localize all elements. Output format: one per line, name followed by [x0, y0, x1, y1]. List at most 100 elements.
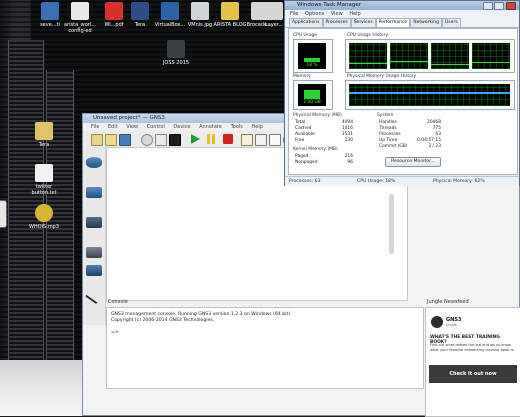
end-device-icon[interactable]: [86, 217, 102, 228]
terminal-icon: [131, 2, 149, 20]
newsfeed-body: Find out what makes the cut and let us k…: [430, 343, 515, 352]
tab-services[interactable]: Services: [350, 18, 376, 27]
newsfeed-panel: GNS3 Jungle WHAT'S THE BEST TRAINING BOO…: [425, 307, 520, 417]
stat-row: Threads 775: [379, 126, 441, 131]
cpu-usage-bar: [304, 58, 320, 62]
save-project-icon[interactable]: [119, 134, 131, 146]
desktop-icon-twitter[interactable]: twitter button.txt: [26, 164, 62, 196]
desktop-icon-whois[interactable]: WHOIS.mp3: [26, 204, 62, 230]
memory-history-label: Physical Memory Usage History: [347, 74, 417, 79]
tab-performance[interactable]: Performance: [375, 18, 411, 27]
memory-history-group: [345, 80, 515, 110]
stat-row: Free 130: [295, 138, 353, 143]
stat-value: 775: [432, 126, 441, 131]
start-all-icon[interactable]: [191, 134, 200, 144]
tab-networking[interactable]: Networking: [410, 18, 442, 27]
tm-menu-view[interactable]: View: [331, 11, 343, 17]
security-device-icon[interactable]: [86, 247, 102, 258]
stop-all-icon[interactable]: [223, 134, 233, 144]
folder-icon: [35, 122, 53, 140]
desktop-icon-label: arista_worl... config-ed: [64, 22, 96, 34]
maximize-icon[interactable]: [494, 2, 504, 10]
desktop-icon-tera[interactable]: Tera: [26, 122, 62, 148]
router-icon[interactable]: [86, 157, 102, 168]
gns3-title: Unsaved project* — GNS3: [93, 115, 165, 121]
tm-menu-help[interactable]: Help: [349, 11, 360, 17]
console-prompt: =>: [111, 330, 119, 335]
new-project-icon[interactable]: [91, 134, 103, 146]
newsfeed-title: Jungle Newsfeed: [427, 299, 469, 305]
stat-value: 96: [347, 160, 353, 165]
minimize-icon[interactable]: [483, 2, 493, 10]
desktop-icon-9[interactable]: Layer...: [264, 2, 284, 28]
check-it-out-button[interactable]: Check it out now: [429, 365, 517, 383]
document-icon: [71, 2, 89, 20]
add-link-icon[interactable]: [84, 289, 102, 305]
cpu-core-graph: [431, 43, 469, 69]
desktop-icon-label: Layer...: [264, 22, 284, 28]
show-interfaces-icon[interactable]: [155, 134, 167, 146]
canvas-scrollbar[interactable]: [389, 194, 394, 254]
menu-tools[interactable]: Tools: [231, 124, 243, 130]
desktop-icon-label: WHOIS.mp3: [28, 224, 60, 230]
tab-processes[interactable]: Processes: [322, 18, 351, 27]
newsfeed-brand-sub: Jungle: [446, 323, 457, 327]
stat-key: Paged: [295, 154, 309, 159]
snapshot-icon[interactable]: [141, 134, 153, 146]
tm-menu-file[interactable]: File: [290, 11, 298, 17]
stat-value: 63: [435, 132, 441, 137]
status-cpu: CPU Usage: 18%: [357, 179, 396, 184]
desktop-icon-joss[interactable]: JOSS 2015: [158, 40, 194, 66]
stat-row: Processes 63: [379, 132, 441, 137]
stat-row: Nonpaged 96: [295, 160, 353, 165]
desktop-icon-label: JOSS 2015: [162, 60, 190, 66]
menu-control[interactable]: Control: [147, 124, 165, 130]
left-edge-handle[interactable]: [0, 200, 7, 228]
menu-annotate[interactable]: Annotate: [199, 124, 222, 130]
add-note-icon[interactable]: [241, 134, 253, 146]
memory-bar: [304, 90, 320, 99]
kernel-memory-title: Kernel Memory (MB): [293, 147, 338, 152]
tab-applications[interactable]: Applications: [289, 18, 323, 27]
stat-key: Commit (GB): [379, 144, 408, 149]
stat-row: Up Time 0:04:57:15: [379, 138, 441, 143]
stat-value: 4094: [341, 120, 353, 125]
stat-row: Available 1531: [295, 132, 353, 137]
menu-file[interactable]: File: [91, 124, 99, 130]
menu-view[interactable]: View: [126, 124, 138, 130]
open-project-icon[interactable]: [105, 134, 117, 146]
menu-edit[interactable]: Edit: [108, 124, 118, 130]
memory-label: Memory: [293, 74, 311, 79]
task-manager-title-bar[interactable]: Windows Task Manager: [285, 1, 519, 10]
menu-device[interactable]: Device: [173, 124, 190, 130]
console-output[interactable]: GNS3 management console. Running GNS3 ve…: [106, 307, 424, 389]
performance-pane: CPU Usage 18 % CPU Usage History Memory …: [288, 28, 518, 175]
menu-help[interactable]: Help: [252, 124, 263, 130]
insert-picture-icon[interactable]: [255, 134, 267, 146]
stat-key: Nonpaged: [295, 160, 318, 165]
newsfeed-panel-header: Jungle Newsfeed: [425, 298, 520, 306]
pdf-icon: [105, 2, 123, 20]
cpu-core-graph: [349, 43, 387, 69]
draw-rectangle-icon[interactable]: [269, 134, 281, 146]
desktop-icon-2[interactable]: arista_worl... config-ed: [62, 2, 98, 34]
task-manager-window: Windows Task Manager File Options View H…: [284, 0, 520, 186]
tab-users[interactable]: Users: [441, 18, 461, 27]
cpu-history-group: [345, 39, 515, 73]
cpu-core-graph: [472, 43, 510, 69]
stat-row: Cached 1416: [295, 126, 353, 131]
resource-monitor-button[interactable]: Resource Monitor...: [385, 157, 441, 167]
stat-value: 2 / 23: [428, 144, 441, 149]
cpu-usage-group: 18 %: [293, 39, 333, 73]
text-file-icon: [35, 164, 53, 182]
memory-value: 2.50 GB: [303, 100, 321, 105]
folder-icon: [221, 2, 239, 20]
stat-value: 1416: [341, 126, 353, 131]
all-devices-icon[interactable]: [86, 265, 102, 276]
tm-menu-options[interactable]: Options: [305, 11, 324, 17]
console-all-icon[interactable]: [169, 134, 181, 146]
close-icon[interactable]: [506, 2, 516, 10]
suspend-all-icon[interactable]: [207, 134, 217, 144]
switch-icon[interactable]: [86, 187, 102, 198]
stat-key: Total: [295, 120, 306, 125]
